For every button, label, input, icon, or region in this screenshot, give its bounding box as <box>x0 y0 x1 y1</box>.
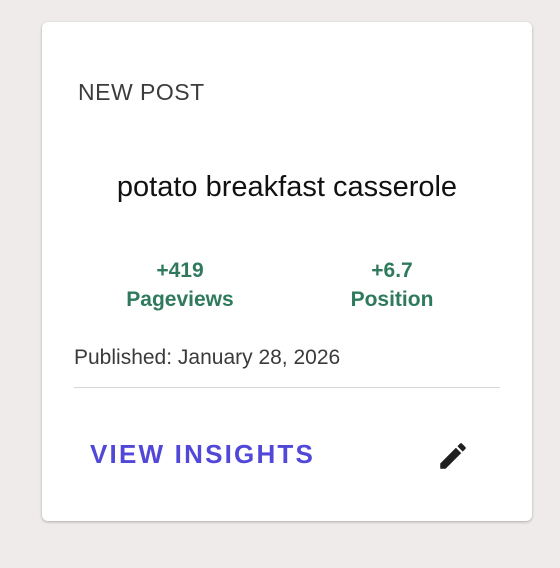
published-date: Published: January 28, 2026 <box>74 346 341 369</box>
stat-position-value: +6.7 <box>371 259 413 282</box>
stat-pageviews-label: Pageviews <box>126 288 234 311</box>
pencil-icon <box>436 439 470 476</box>
stat-position-label: Position <box>350 288 434 311</box>
card-divider <box>74 387 500 388</box>
post-card: NEW POST potato breakfast casserole +419… <box>42 22 532 521</box>
stat-pageviews: +419 Pageviews <box>106 256 254 314</box>
card-eyebrow: NEW POST <box>78 79 205 105</box>
view-insights-button[interactable]: VIEW INSIGHTS <box>84 434 321 474</box>
post-title: potato breakfast casserole <box>116 171 458 203</box>
stat-pageviews-value: +419 <box>156 259 204 282</box>
edit-button[interactable] <box>428 434 478 480</box>
stat-position: +6.7 Position <box>332 256 452 314</box>
